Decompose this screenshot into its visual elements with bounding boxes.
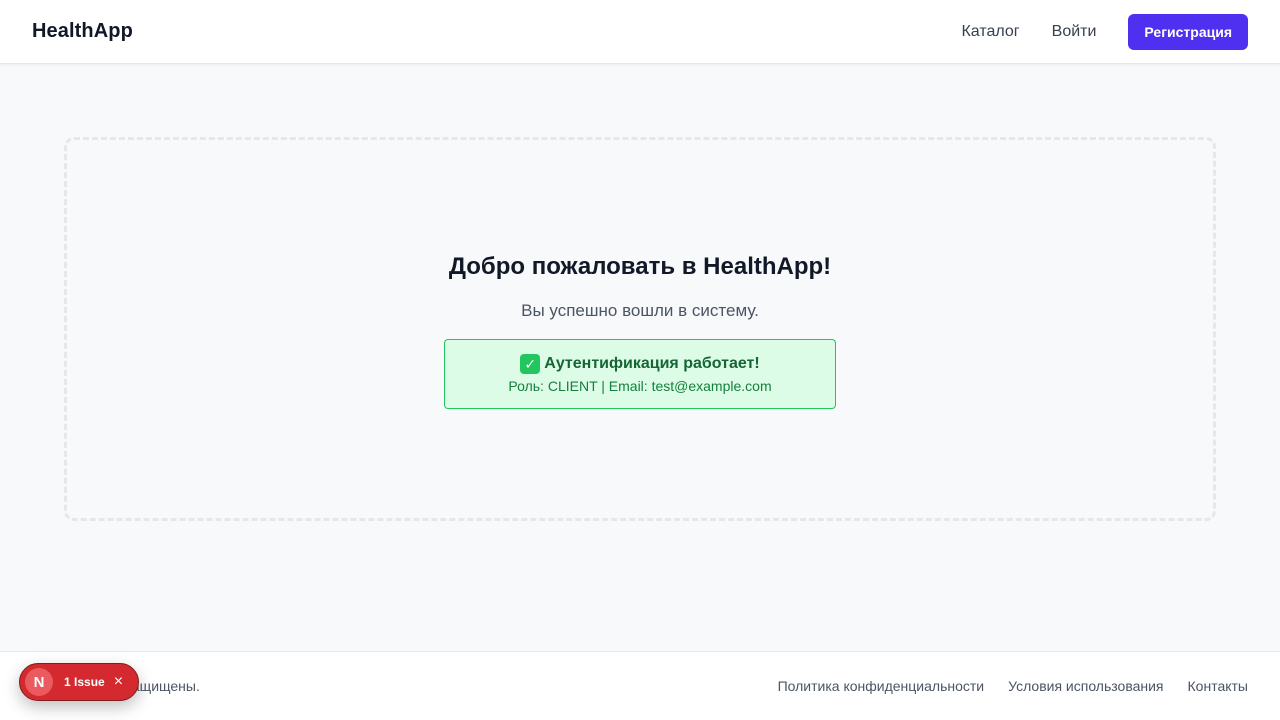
register-button[interactable]: Регистрация <box>1128 13 1248 50</box>
nav-catalog-link[interactable]: Каталог <box>961 23 1019 41</box>
issues-count-label[interactable]: 1 Issue <box>64 675 105 689</box>
nextjs-logo-icon: N <box>25 668 53 696</box>
footer-privacy-link[interactable]: Политика конфиденциальности <box>778 678 985 694</box>
welcome-title: Добро пожаловать в HealthApp! <box>448 253 832 280</box>
footer-contacts-link[interactable]: Контакты <box>1188 678 1248 694</box>
auth-status-title: Аутентификация работает! <box>544 355 760 372</box>
dev-issues-badge[interactable]: N 1 Issue × <box>19 663 139 701</box>
nav-login-link[interactable]: Войти <box>1052 23 1097 41</box>
welcome-panel: Добро пожаловать в HealthApp! Вы успешно… <box>64 137 1216 521</box>
top-navbar: HealthApp Каталог Войти Регистрация <box>0 0 1280 64</box>
check-mark-icon: ✓ <box>520 354 541 374</box>
auth-status-info: Роль: CLIENT | Email: test@example.com <box>508 378 772 394</box>
auth-status-box: ✓ Аутентификация работает! Роль: CLIENT … <box>444 339 836 409</box>
close-icon[interactable]: × <box>114 674 123 690</box>
footer-links: Политика конфиденциальности Условия испо… <box>754 678 1248 694</box>
welcome-subtitle: Вы успешно вошли в систему. <box>521 301 759 320</box>
auth-status-title-row: ✓ Аутентификация работает! <box>520 354 760 374</box>
footer: pp. Все права защищены. Политика конфиде… <box>0 651 1280 720</box>
main-nav: Каталог Войти Регистрация <box>961 13 1248 50</box>
footer-terms-link[interactable]: Условия использования <box>1008 678 1163 694</box>
brand-logo[interactable]: HealthApp <box>32 20 133 43</box>
